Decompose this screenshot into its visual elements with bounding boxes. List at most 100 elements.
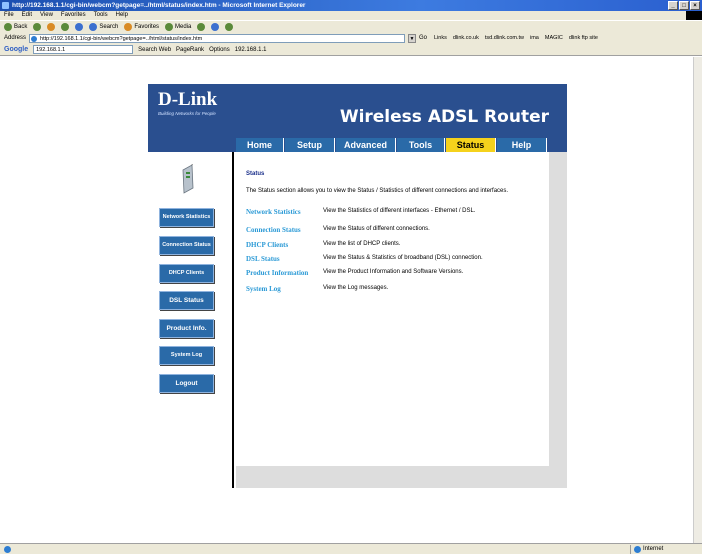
main-tabs: Home Setup Advanced Tools Status Help (148, 138, 567, 152)
sidebar-network-statistics[interactable]: Network Statistics (159, 208, 214, 227)
address-label: Address (4, 35, 27, 41)
menu-tools[interactable]: Tools (94, 11, 108, 20)
address-dropdown-button[interactable]: ▼ (408, 33, 417, 43)
dlink-logo: D-Link (158, 89, 218, 110)
page-icon (31, 35, 38, 42)
home-icon (75, 22, 84, 31)
page-done-icon (4, 546, 11, 553)
sidebar-divider (232, 152, 234, 488)
globe-icon (634, 546, 641, 553)
router-device-icon (182, 164, 194, 194)
refresh-icon (61, 22, 70, 31)
search-button[interactable]: Search (89, 22, 118, 31)
sidebar-connection-status[interactable]: Connection Status (159, 236, 214, 255)
sidebar-dsl-status[interactable]: DSL Status (159, 291, 214, 310)
tab-tools[interactable]: Tools (397, 138, 445, 152)
link-system-log[interactable]: System Log (246, 285, 281, 293)
tab-setup[interactable]: Setup (285, 138, 335, 152)
menu-favorites[interactable]: Favorites (61, 11, 86, 20)
link-description: View the Status of different connections… (323, 226, 430, 232)
links-bar: Links dlink.co.uk tsd.dlink.com.tw ima M… (434, 35, 598, 41)
tab-advanced[interactable]: Advanced (336, 138, 396, 152)
menu-file[interactable]: File (4, 11, 14, 20)
sidebar-system-log[interactable]: System Log (159, 346, 214, 365)
forward-button[interactable] (33, 22, 42, 31)
link-description: View the Log messages. (323, 285, 389, 291)
search-icon (89, 22, 98, 31)
minimize-button[interactable]: _ (668, 1, 678, 10)
section-description: The Status section allows you to view th… (246, 188, 509, 194)
window-title: http://192.168.1.1/cgi-bin/webcm?getpage… (12, 2, 306, 9)
link-dlink-ftp[interactable]: dlink ftp site (569, 35, 598, 41)
link-description: View the Product Information and Softwar… (323, 269, 464, 275)
router-header: D-Link Building Networks for People Wire… (148, 84, 567, 138)
stop-button[interactable] (47, 22, 56, 31)
address-bar: Address http://192.168.1.1/cgi-bin/webcm… (0, 32, 702, 44)
link-network-statistics[interactable]: Network Statistics (246, 208, 301, 216)
go-button[interactable]: Go (419, 35, 427, 41)
link-ima[interactable]: ima (530, 35, 539, 41)
ie-icon (2, 2, 9, 9)
media-button[interactable]: Media (165, 22, 191, 31)
media-icon (165, 22, 174, 31)
tab-home[interactable]: Home (236, 138, 284, 152)
mail-icon (211, 22, 220, 31)
link-dsl-status[interactable]: DSL Status (246, 255, 280, 263)
tab-help[interactable]: Help (497, 138, 547, 152)
link-tsd-dlink[interactable]: tsd.dlink.com.tw (485, 35, 524, 41)
address-input[interactable]: http://192.168.1.1/cgi-bin/webcm?getpage… (29, 33, 406, 43)
tab-status[interactable]: Status (446, 138, 496, 152)
window-title-bar: http://192.168.1.1/cgi-bin/webcm?getpage… (0, 0, 702, 11)
menu-edit[interactable]: Edit (22, 11, 32, 20)
zone-label: Internet (643, 546, 664, 552)
search-web-button[interactable]: Search Web (138, 47, 171, 53)
print-button[interactable] (225, 22, 234, 31)
status-bar: Internet (0, 543, 702, 554)
print-icon (225, 22, 234, 31)
link-description: View the list of DHCP clients. (323, 241, 401, 247)
window-controls: _ □ × (668, 1, 700, 10)
maximize-button[interactable]: □ (679, 1, 689, 10)
home-button[interactable] (75, 22, 84, 31)
google-logo[interactable]: Google (4, 46, 28, 53)
link-description: View the Status & Statistics of broadban… (323, 255, 483, 261)
section-title: Status (246, 171, 265, 177)
google-search-input[interactable]: 192.168.1.1 (33, 45, 134, 54)
menu-help[interactable]: Help (116, 11, 128, 20)
mail-button[interactable] (211, 22, 220, 31)
links-label: Links (434, 35, 447, 41)
close-button[interactable]: × (690, 1, 700, 10)
status-sidebar: Network Statistics Connection Status DHC… (148, 152, 232, 488)
link-magic[interactable]: MAGIC (545, 35, 563, 41)
forward-arrow-icon (33, 22, 42, 31)
favorites-button[interactable]: Favorites (124, 22, 159, 31)
pagerank-indicator: PageRank (176, 46, 205, 53)
link-connection-status[interactable]: Connection Status (246, 226, 301, 234)
standard-toolbar: Back Search Favorites Media (0, 20, 702, 32)
menu-bar: File Edit View Favorites Tools Help (0, 11, 702, 20)
link-description: View the Statistics of different interfa… (323, 208, 476, 214)
windows-logo-icon (686, 11, 702, 20)
history-button[interactable] (197, 22, 206, 31)
menu-view[interactable]: View (40, 11, 53, 20)
options-button[interactable]: Options (209, 47, 230, 53)
status-content: Status The Status section allows you to … (236, 152, 549, 466)
refresh-button[interactable] (61, 22, 70, 31)
link-dlink-uk[interactable]: dlink.co.uk (453, 35, 479, 41)
vertical-scrollbar[interactable] (693, 57, 702, 543)
google-toolbar: Google 192.168.1.1 Search Web PageRank O… (0, 44, 702, 56)
sidebar-dhcp-clients[interactable]: DHCP Clients (159, 264, 214, 283)
dlink-tagline: Building Networks for People (158, 111, 216, 116)
logout-button[interactable]: Logout (159, 374, 214, 393)
product-title: Wireless ADSL Router (339, 107, 549, 127)
content-frame-right (549, 152, 567, 488)
sidebar-product-info[interactable]: Product Info. (159, 319, 214, 338)
back-arrow-icon (4, 22, 12, 31)
back-button[interactable]: Back (4, 22, 27, 31)
link-dhcp-clients[interactable]: DHCP Clients (246, 241, 288, 249)
history-icon (197, 22, 206, 31)
link-product-information[interactable]: Product Information (246, 269, 308, 277)
content-frame-bottom (236, 466, 567, 488)
security-zone: Internet (630, 545, 688, 554)
highlight-button[interactable]: 192.168.1.1 (235, 47, 267, 53)
